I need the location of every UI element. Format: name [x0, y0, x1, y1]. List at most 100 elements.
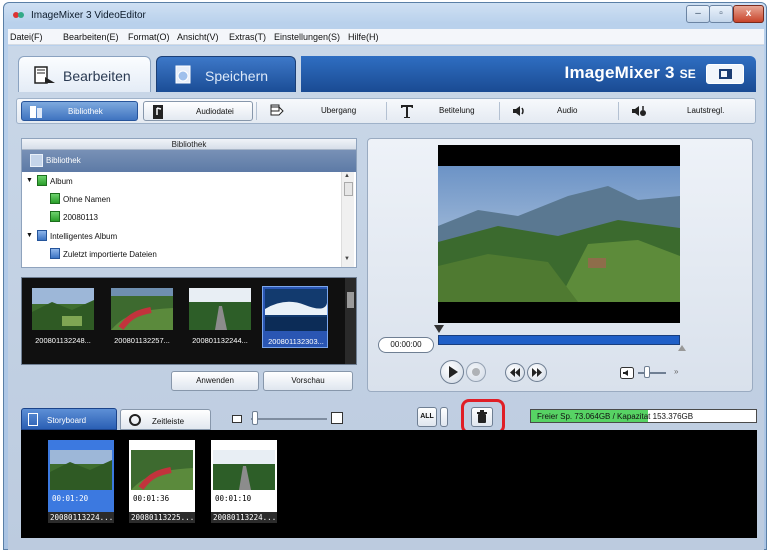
tool-bibliothek[interactable]: Bibliothek — [21, 101, 138, 121]
tool-audiodatei[interactable]: Audiodatei — [143, 101, 253, 121]
select-all-button[interactable]: ALL — [417, 407, 437, 427]
library-icon — [30, 106, 42, 118]
toolbar-divider — [256, 102, 257, 120]
editor-area: Bearbeiten Speichern ImageMixer 3 SE Bib… — [8, 46, 764, 550]
minimize-button[interactable]: – — [686, 5, 710, 23]
thumbnail-image — [189, 288, 251, 330]
scroll-up-icon[interactable]: ▲ — [344, 173, 350, 179]
zoom-slider-track[interactable] — [251, 418, 327, 420]
media-thumbnail[interactable]: 200801132244... — [187, 286, 253, 348]
delete-button-highlight — [461, 399, 505, 434]
scroll-down-icon[interactable]: ▼ — [344, 256, 350, 262]
volume-high-icon: » — [674, 367, 679, 376]
disk-capacity-bar: Freier Sp. 73.064GB / Kapazitat 153.376G… — [530, 409, 757, 423]
tool-betitelung[interactable]: Betitelung — [393, 101, 513, 121]
tool-label: Lautstregl. — [687, 106, 725, 115]
tab-zeitleiste[interactable]: Zeitleiste — [120, 409, 211, 430]
media-thumbnail[interactable]: 200801132257... — [109, 286, 175, 348]
library-panel-header: Bibliothek — [22, 139, 356, 150]
clip-frame: 00:01:36 — [129, 440, 195, 512]
menu-extras[interactable]: Extras(T) — [229, 32, 266, 42]
thumbnail-image — [32, 288, 94, 330]
library-root-label: Bibliothek — [46, 156, 81, 165]
toolbar-divider — [386, 102, 387, 120]
tab-bearbeiten-label: Bearbeiten — [63, 68, 131, 84]
menu-bar: Datei(F) Bearbeiten(E) Format(O) Ansicht… — [8, 29, 764, 45]
close-button[interactable]: x — [733, 5, 764, 23]
main-tab-bar: Bearbeiten Speichern ImageMixer 3 SE — [16, 54, 756, 94]
storyboard-clip-selected[interactable]: 00:01:20 20080113224... — [48, 440, 114, 524]
media-thumbnail-selected[interactable]: 200801132303... — [262, 286, 328, 348]
preview-player: 00:00:00 » — [367, 138, 753, 392]
menu-einstellungen[interactable]: Einstellungen(S) — [274, 32, 340, 42]
clip-duration: 00:01:10 — [215, 494, 252, 503]
toolbar-divider — [618, 102, 619, 120]
tree-item-intelligentes-album[interactable]: ▼ Intelligentes Album — [22, 227, 340, 245]
play-button[interactable] — [440, 360, 464, 384]
tool-ubergang[interactable]: Ubergang — [263, 101, 383, 121]
volume-mute-icon[interactable] — [620, 367, 634, 379]
thumbnail-image — [111, 288, 173, 330]
tab-speichern[interactable]: Speichern — [156, 56, 296, 92]
clip-thumbnail — [213, 450, 275, 490]
storyboard-strip: 00:01:20 20080113224... 00:01:36 2008011… — [21, 430, 757, 538]
tree-item-zuletzt-importiert[interactable]: Zuletzt importierte Dateien — [22, 245, 340, 263]
zoom-out-icon[interactable] — [232, 415, 242, 423]
storyboard-clip[interactable]: 00:01:10 20080113224... — [211, 440, 277, 524]
tree-item-ohne-namen[interactable]: Ohne Namen — [22, 190, 340, 208]
menu-format[interactable]: Format(O) — [128, 32, 170, 42]
tree-item-label: Zuletzt importierte Dateien — [63, 250, 157, 259]
tab-zeitleiste-label: Zeitleiste — [152, 417, 185, 426]
scroll-thumb[interactable] — [347, 292, 354, 308]
volume-slider-knob[interactable] — [644, 366, 650, 378]
tree-item-label: Album — [50, 177, 73, 186]
thumbnail-caption: 200801132257... — [114, 336, 170, 345]
tool-label: Audiodatei — [196, 107, 234, 116]
fullscreen-toggle-button[interactable] — [706, 64, 744, 84]
toolbar-divider — [499, 102, 500, 120]
menu-ansicht[interactable]: Ansicht(V) — [177, 32, 219, 42]
expand-triangle-icon: ▼ — [26, 232, 33, 239]
next-button[interactable] — [527, 363, 547, 382]
scroll-thumb[interactable] — [344, 182, 353, 196]
clip-duration: 00:01:36 — [133, 494, 170, 503]
storyboard-clip[interactable]: 00:01:36 20080113225... — [129, 440, 195, 524]
clip-name: 20080113224... — [48, 512, 114, 523]
window-title: ImageMixer 3 VideoEditor — [31, 10, 146, 21]
smart-album-icon — [37, 230, 47, 241]
video-viewport — [438, 145, 680, 323]
tool-audio[interactable]: Audio — [505, 101, 615, 121]
tool-label: Betitelung — [439, 106, 475, 115]
library-root[interactable]: Bibliothek — [22, 150, 356, 172]
library-icon — [30, 154, 43, 167]
apply-button[interactable]: Anwenden — [171, 371, 259, 391]
media-thumbnail[interactable]: 200801132248... — [30, 286, 96, 348]
tool-lautstregl[interactable]: Lautstregl. — [625, 101, 750, 121]
tab-storyboard[interactable]: Storyboard — [21, 408, 117, 430]
smart-album-icon — [50, 248, 60, 259]
tree-item-album[interactable]: ▼ Album — [22, 172, 340, 190]
tree-item-20080113[interactable]: 20080113 — [22, 208, 340, 226]
split-clip-button[interactable] — [440, 407, 448, 427]
library-scrollbar[interactable]: ▲ ▼ — [341, 172, 354, 267]
playhead-marker[interactable] — [434, 325, 444, 333]
tab-speichern-label: Speichern — [205, 68, 269, 84]
menu-datei[interactable]: Datei(F) — [10, 32, 43, 42]
tab-bearbeiten[interactable]: Bearbeiten — [18, 56, 151, 92]
menu-hilfe[interactable]: Hilfe(H) — [348, 32, 379, 42]
previous-button[interactable] — [505, 363, 525, 382]
maximize-button[interactable]: ▫ — [709, 5, 733, 23]
out-point-marker[interactable] — [678, 345, 686, 351]
clock-icon — [129, 414, 141, 426]
thumbnail-scrollbar[interactable] — [345, 278, 356, 364]
menu-bearbeiten[interactable]: Bearbeiten(E) — [63, 32, 119, 42]
brand-suffix: SE — [679, 67, 696, 81]
stop-button[interactable] — [466, 362, 486, 382]
brand-bar: ImageMixer 3 SE — [301, 56, 756, 92]
zoom-slider-knob[interactable] — [252, 411, 258, 425]
zoom-in-icon[interactable] — [331, 412, 343, 424]
seek-bar[interactable] — [438, 335, 680, 345]
volume-slider-track[interactable] — [638, 372, 666, 374]
thumbnail-caption: 200801132244... — [192, 336, 248, 345]
preview-button[interactable]: Vorschau — [263, 371, 353, 391]
